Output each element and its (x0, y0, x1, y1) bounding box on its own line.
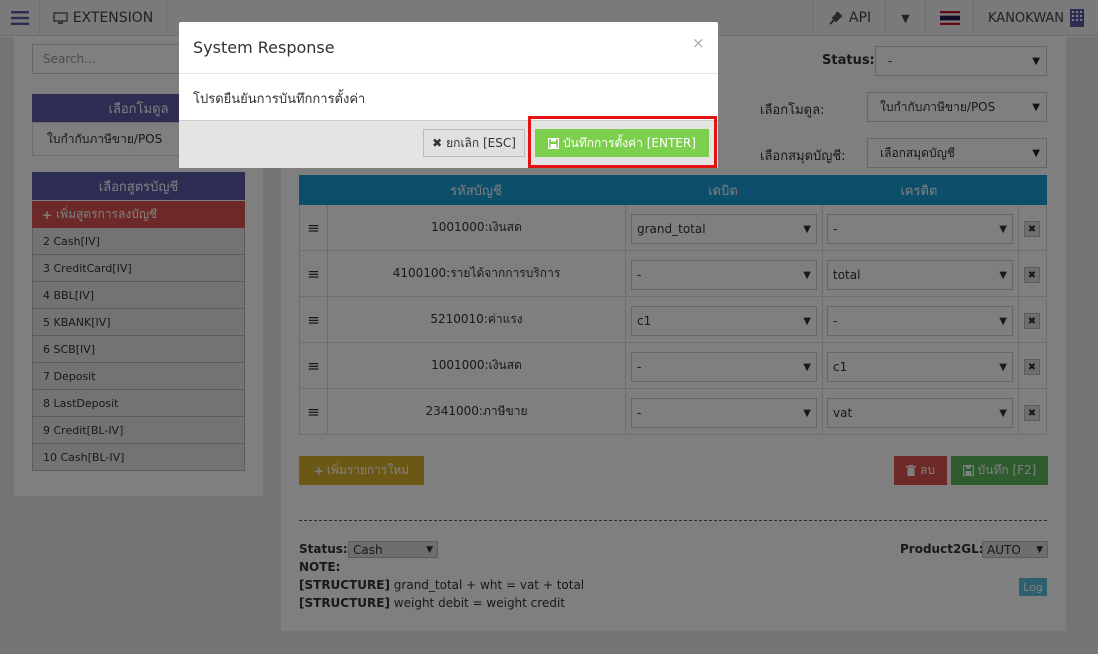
highlight-box (528, 116, 717, 168)
modal-divider (179, 73, 718, 74)
cancel-button[interactable]: ✖ ยกเลิก [ESC] (423, 129, 525, 157)
modal-title: System Response (193, 38, 335, 57)
close-icon[interactable]: × (692, 34, 705, 52)
cancel-label: ยกเลิก [ESC] (446, 135, 516, 150)
modal-message: โปรดยืนยันการบันทึกการตั้งค่า (193, 92, 366, 107)
close-icon: ✖ (432, 136, 443, 150)
